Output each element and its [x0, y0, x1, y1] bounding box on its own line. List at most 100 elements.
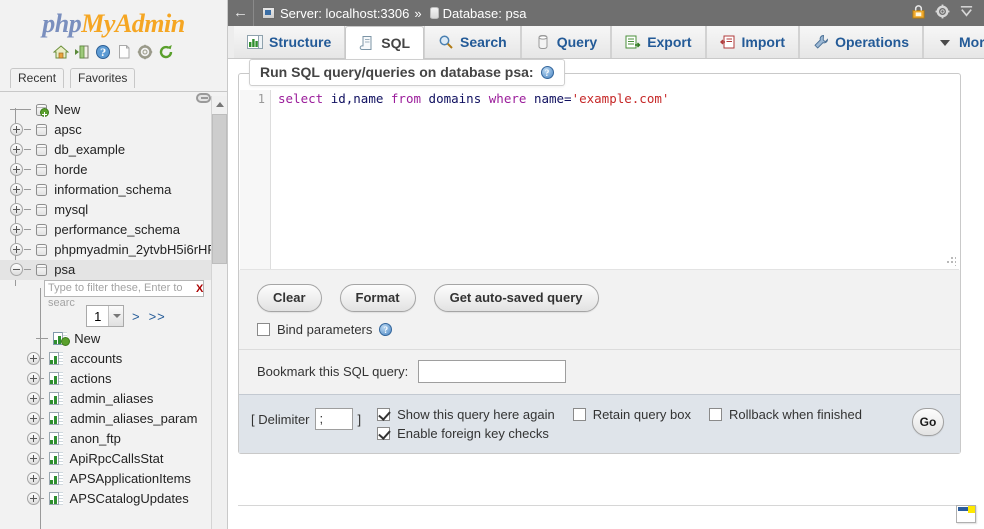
docs-icon[interactable]	[116, 44, 132, 60]
tree-item-database-mysql[interactable]: mysql	[0, 200, 211, 220]
logout-icon[interactable]	[74, 44, 90, 60]
tree-item-table-admin_aliases_param[interactable]: admin_aliases_param	[0, 409, 211, 429]
retain-query-box-checkbox[interactable]	[573, 408, 586, 421]
editor-line-numbers: 1	[240, 90, 271, 269]
expander-plus-icon[interactable]	[27, 352, 40, 365]
expander-plus-icon[interactable]	[10, 123, 23, 136]
tab-sql[interactable]: SQL	[345, 26, 424, 59]
sidebar-scrollbar[interactable]	[211, 96, 227, 529]
tab-more[interactable]: More	[923, 26, 984, 58]
expander-plus-icon[interactable]	[10, 203, 23, 216]
table-filter-input[interactable]: Type to filter these, Enter to searc	[44, 280, 204, 297]
tab-search[interactable]: Search	[424, 26, 521, 58]
rollback-when-finished-checkbox[interactable]	[709, 408, 722, 421]
tree-item-database-horde[interactable]: horde	[0, 160, 211, 180]
expander-plus-icon[interactable]	[10, 183, 23, 196]
phpmyadmin-logo[interactable]: phpMyAdmin	[0, 0, 227, 41]
back-button[interactable]: ←	[228, 0, 254, 26]
chevron-down-icon[interactable]	[108, 306, 123, 326]
expander-plus-icon[interactable]	[27, 472, 40, 485]
clear-button[interactable]: Clear	[257, 284, 322, 312]
table-icon	[49, 392, 63, 405]
tab-recent[interactable]: Recent	[10, 68, 64, 88]
help-icon[interactable]: ?	[541, 66, 554, 79]
option-label: Rollback when finished	[729, 407, 862, 422]
sql-query-fieldset: Run SQL query/queries on database psa: ?…	[238, 73, 961, 454]
tree-connector	[41, 438, 44, 439]
delimiter-open-label: [ Delimiter	[251, 412, 310, 427]
expander-plus-icon[interactable]	[10, 163, 23, 176]
tab-query[interactable]: Query	[521, 26, 611, 58]
settings-gear-icon[interactable]	[137, 44, 153, 60]
help-icon[interactable]: ?	[379, 323, 392, 336]
home-icon[interactable]	[53, 44, 69, 60]
delimiter-input[interactable]: ;	[315, 408, 353, 430]
tree-item-table-admin_aliases[interactable]: admin_aliases	[0, 389, 211, 409]
go-button[interactable]: Go	[912, 408, 944, 436]
enable-foreign-key-checks-checkbox[interactable]	[377, 427, 390, 440]
next-page-link[interactable]: >	[132, 309, 141, 324]
expander-minus-icon[interactable]	[10, 263, 23, 276]
sql-action-buttons: Clear Format Get auto-saved query	[239, 270, 960, 312]
tree-item-table-actions[interactable]: actions	[0, 369, 211, 389]
sql-editor[interactable]: 1 select id,name from domains where name…	[240, 90, 959, 270]
lock-icon[interactable]	[911, 4, 926, 22]
expander-plus-icon[interactable]	[27, 432, 40, 445]
filter-clear-icon[interactable]: X	[196, 283, 208, 295]
tree-item-table-apirpccallsstat[interactable]: ApiRpcCallsStat	[0, 449, 211, 469]
format-button[interactable]: Format	[340, 284, 416, 312]
enable-foreign-key-checks-option[interactable]: Enable foreign key checks	[377, 424, 549, 443]
scrollbar-thumb[interactable]	[212, 114, 227, 264]
bookmark-input[interactable]	[418, 360, 566, 383]
bookmark-row: Bookmark this SQL query:	[239, 349, 960, 394]
database-label[interactable]: Database: psa	[443, 6, 527, 21]
tree-connector	[24, 229, 31, 230]
expander-plus-icon[interactable]	[27, 392, 40, 405]
show-query-again-option[interactable]: Show this query here again	[377, 405, 555, 424]
tab-favorites[interactable]: Favorites	[70, 68, 135, 88]
expander-plus-icon[interactable]	[10, 143, 23, 156]
tab-operations[interactable]: Operations	[799, 26, 923, 58]
tree-label: accounts	[70, 351, 122, 366]
collapse-icon[interactable]	[959, 4, 974, 22]
show-query-again-checkbox[interactable]	[377, 408, 390, 421]
tab-import[interactable]: Import	[706, 26, 800, 58]
expander-plus-icon[interactable]	[10, 243, 23, 256]
tree-connector	[41, 358, 44, 359]
reload-icon[interactable]	[158, 44, 174, 60]
last-page-link[interactable]: >>	[149, 309, 166, 324]
tree-item-table-apsapplicationitems[interactable]: APSApplicationItems	[0, 469, 211, 489]
expander-plus-icon[interactable]	[27, 372, 40, 385]
sql-query-text[interactable]: select id,name from domains where name='…	[271, 90, 959, 269]
breadcrumb-separator: »	[414, 6, 421, 21]
gear-icon[interactable]	[935, 4, 950, 22]
tree-connector	[24, 189, 31, 190]
tree-item-table-anon_ftp[interactable]: anon_ftp	[0, 429, 211, 449]
help-icon[interactable]: ?	[95, 44, 111, 60]
server-label[interactable]: Server: localhost:3306	[280, 6, 409, 21]
tree-item-database-db_example[interactable]: db_example	[0, 140, 211, 160]
tab-export[interactable]: Export	[611, 26, 705, 58]
tree-item-database-information_schema[interactable]: information_schema	[0, 180, 211, 200]
bind-parameters-checkbox[interactable]	[257, 323, 270, 336]
expander-plus-icon[interactable]	[27, 492, 40, 505]
scroll-up-arrow-icon[interactable]	[212, 96, 227, 112]
tree-item-table-accounts[interactable]: accounts	[0, 349, 211, 369]
tree-item-database-apsc[interactable]: apsc	[0, 120, 211, 140]
tree-item-new-table[interactable]: New	[0, 329, 211, 349]
page-select[interactable]: 1	[86, 305, 124, 327]
expander-plus-icon[interactable]	[27, 412, 40, 425]
expander-plus-icon[interactable]	[10, 223, 23, 236]
tree-item-database-performance_schema[interactable]: performance_schema	[0, 220, 211, 240]
rollback-when-finished-option[interactable]: Rollback when finished	[709, 405, 862, 424]
editor-resize-handle[interactable]	[946, 256, 956, 266]
retain-query-box-option[interactable]: Retain query box	[573, 405, 691, 424]
tree-item-new-database[interactable]: New	[0, 100, 211, 120]
expander-plus-icon[interactable]	[27, 452, 40, 465]
tree-item-database-psa[interactable]: psa	[0, 260, 211, 280]
tab-structure[interactable]: Structure	[234, 26, 345, 58]
console-toggle-icon[interactable]	[956, 505, 976, 523]
tree-item-table-apscatalogupdates[interactable]: APSCatalogUpdates	[0, 489, 211, 509]
tree-item-database-phpmyadmin[interactable]: phpmyadmin_2ytvbH5i6rHF	[0, 240, 211, 260]
get-auto-saved-query-button[interactable]: Get auto-saved query	[434, 284, 599, 312]
